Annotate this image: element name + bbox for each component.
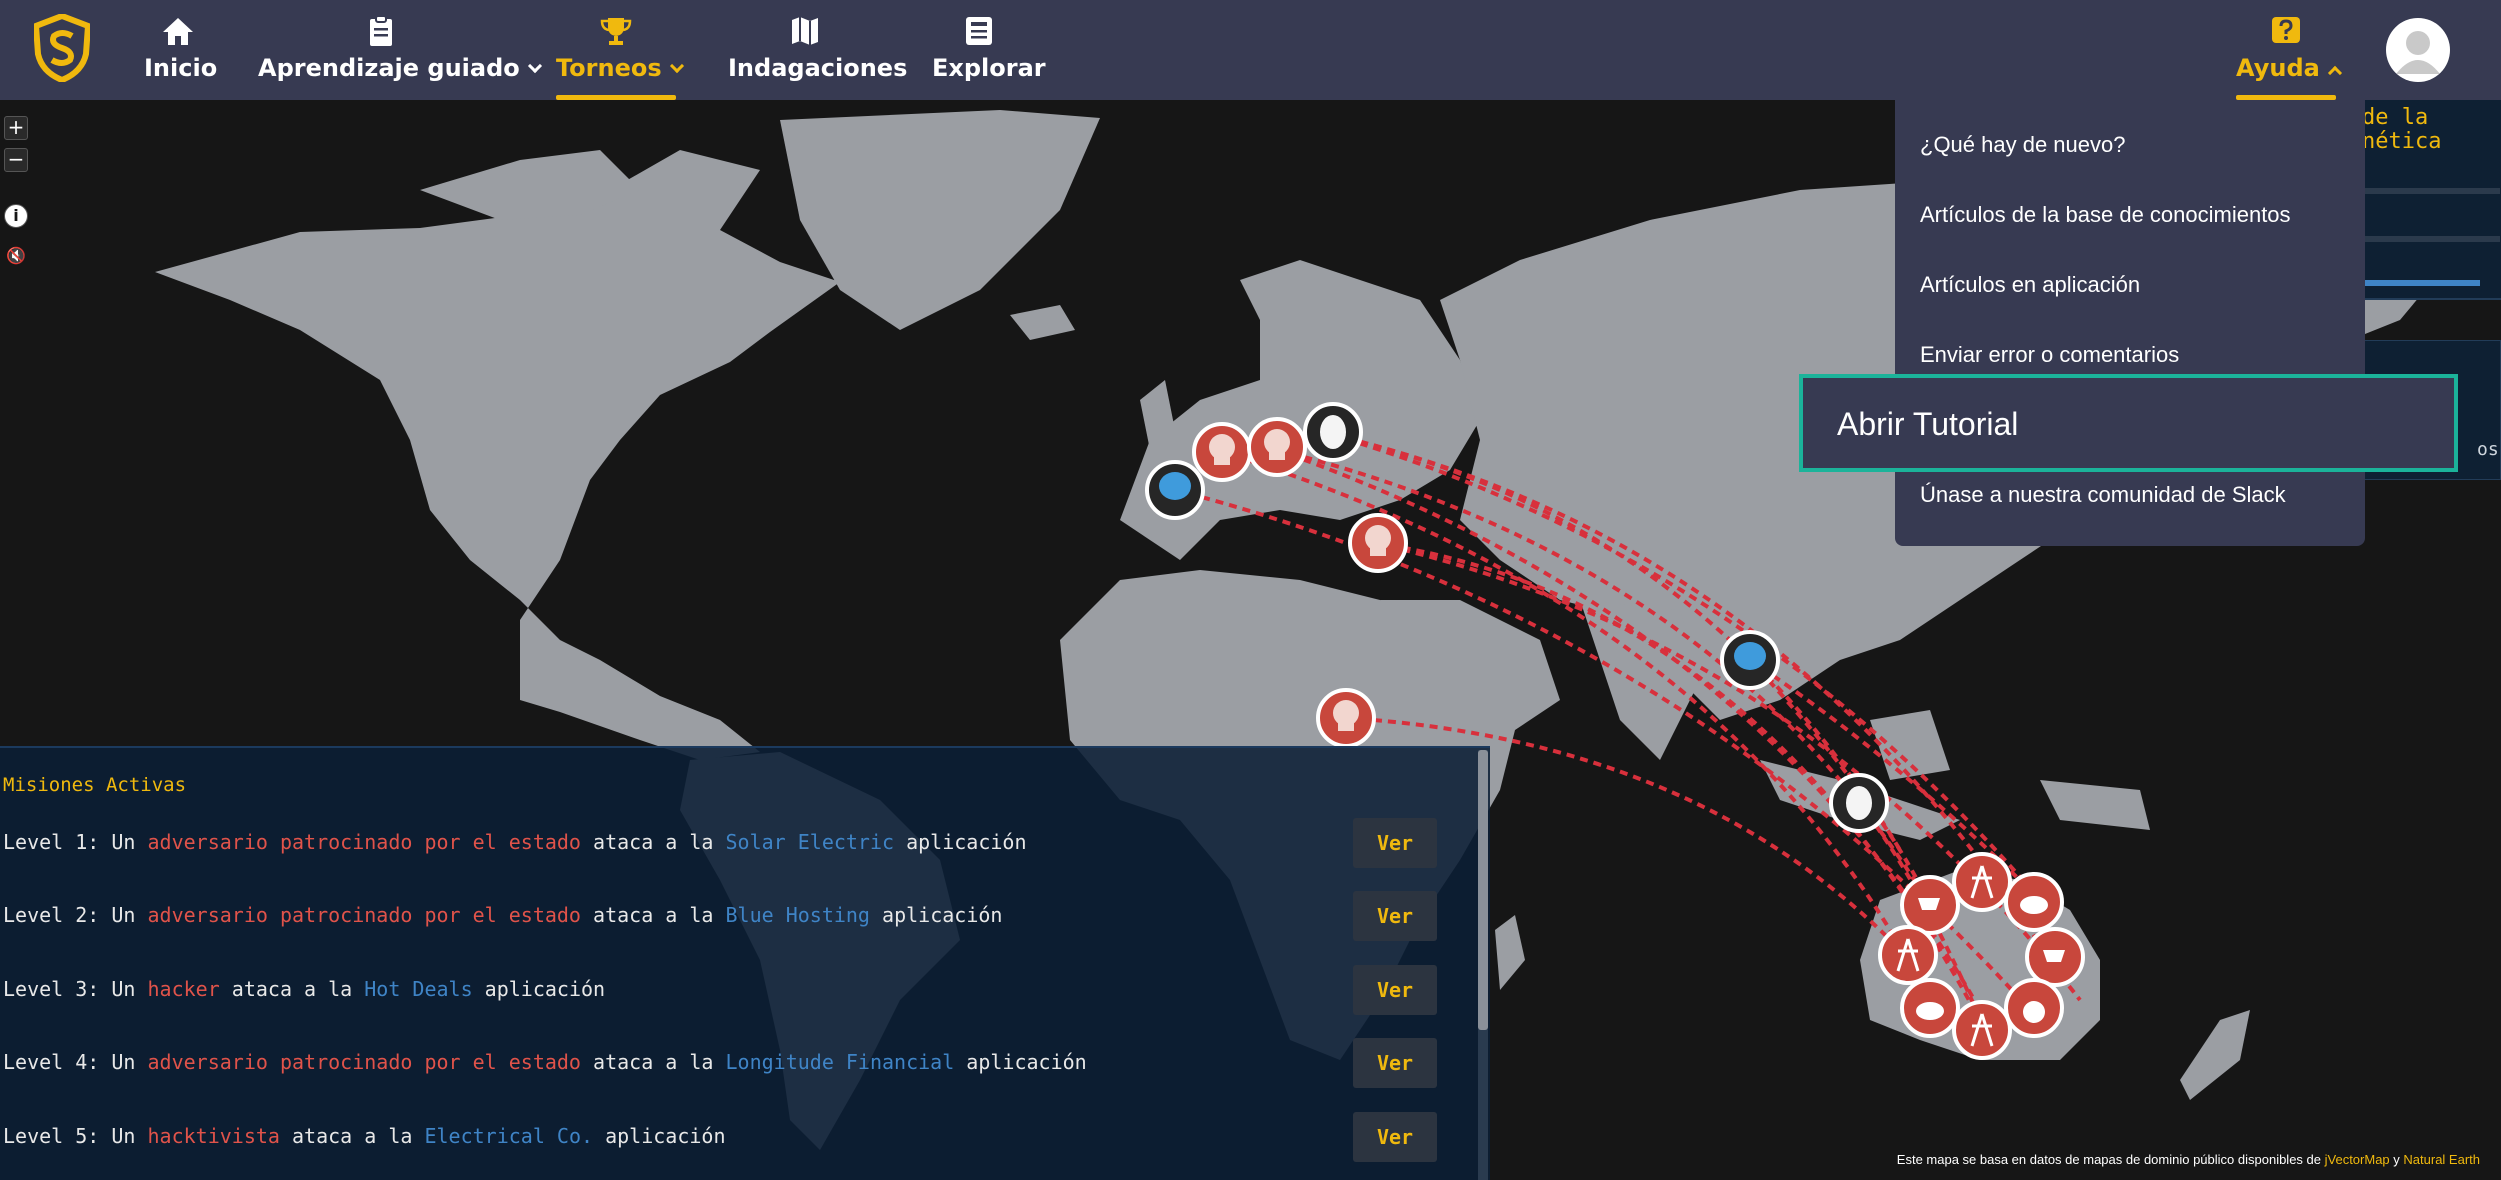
mission-prefix: Level 3: Un — [3, 977, 148, 1001]
mission-suffix: aplicación — [869, 903, 1003, 927]
mission-row: Level 2: Un adversario patrocinado por e… — [3, 891, 1437, 941]
zoom-in-button[interactable]: + — [4, 116, 28, 140]
natural-earth-link[interactable]: Natural Earth — [2403, 1152, 2480, 1167]
mission-mid: ataca a la — [580, 1050, 726, 1074]
mission-prefix: Level 4: Un — [3, 1050, 148, 1074]
ver-button[interactable]: Ver — [1353, 818, 1437, 868]
map-attribution: Este mapa se basa en datos de mapas de d… — [1896, 1152, 2480, 1167]
menu-item-in-app-articles[interactable]: Artículos en aplicación — [1920, 272, 2140, 298]
mission-row: Level 3: Un hacker ataca a la Hot Deals … — [3, 965, 1437, 1015]
mission-target: Electrical Co. — [424, 1124, 594, 1148]
mission-prefix: Level 2: Un — [3, 903, 148, 927]
mission-text: Level 1: Un adversario patrocinado por e… — [3, 830, 1027, 854]
mission-suffix: aplicación — [593, 1124, 726, 1148]
menu-item-report-bug[interactable]: Enviar error o comentarios — [1920, 342, 2179, 368]
nav-explorar[interactable]: Explorar — [932, 10, 1046, 100]
nav-torneos[interactable]: Torneos — [556, 10, 684, 100]
attacker-alien-icon — [1720, 630, 1780, 690]
mission-attacker: hacker — [147, 977, 220, 1001]
attacker-skull-icon — [1247, 417, 1307, 477]
target-cloud-icon — [1900, 978, 1960, 1038]
nav-aprendizaje-guiado[interactable]: Aprendizaje guiado — [258, 10, 542, 100]
mission-text: Level 2: Un adversario patrocinado por e… — [3, 903, 1002, 927]
trophy-icon — [600, 18, 632, 45]
target-money-bag-icon — [2004, 978, 2064, 1038]
mission-prefix: Level 5: Un — [3, 1124, 148, 1148]
menu-item-open-tutorial[interactable]: Abrir Tutorial — [1799, 374, 2458, 472]
right-panel-snippet: os — [2477, 439, 2499, 460]
mission-row: Level 4: Un adversario patrocinado por e… — [3, 1038, 1437, 1088]
nav-inicio[interactable]: Inicio — [144, 10, 217, 100]
mission-mid: ataca a la — [580, 903, 726, 927]
mute-icon[interactable]: 🔇 — [4, 246, 28, 270]
chevron-down-icon — [669, 58, 684, 74]
mission-target: Longitude Financial — [725, 1050, 955, 1074]
menu-item-slack-community[interactable]: Únase a nuestra comunidad de Slack — [1920, 482, 2286, 508]
mission-row: Level 5: Un hacktivista ataca a la Elect… — [3, 1112, 1437, 1162]
user-icon — [2396, 31, 2440, 74]
mission-target: Solar Electric — [725, 830, 895, 854]
attacker-alien-icon — [1145, 460, 1205, 520]
right-panel-title: de la nética — [2362, 105, 2442, 154]
attacker-skull-icon — [1192, 422, 1252, 482]
newspaper-icon — [966, 17, 992, 45]
attacker-skull-icon — [1348, 513, 1408, 573]
nav-indagaciones[interactable]: Indagaciones — [728, 10, 907, 100]
mission-suffix: aplicación — [894, 830, 1027, 854]
home-icon — [163, 18, 193, 45]
ver-button[interactable]: Ver — [1353, 891, 1437, 941]
mission-text: Level 3: Un hacker ataca a la Hot Deals … — [3, 977, 605, 1001]
ver-button[interactable]: Ver — [1353, 965, 1437, 1015]
open-tutorial-label: Abrir Tutorial — [1837, 406, 2019, 442]
map-icon — [792, 17, 818, 45]
top-navigation: Inicio Aprendizaje guiado Torneos Indaga… — [0, 0, 2501, 100]
attacker-mask-icon — [1829, 773, 1889, 833]
mission-suffix: aplicación — [472, 977, 606, 1001]
mission-target: Hot Deals — [364, 977, 473, 1001]
info-icon[interactable]: i — [4, 204, 28, 228]
target-tower-icon — [1878, 925, 1938, 985]
help-dropdown-menu: ¿Qué hay de nuevo? Artículos de la base … — [1895, 100, 2365, 546]
mission-row: Level 1: Un adversario patrocinado por e… — [3, 818, 1437, 868]
logo-icon[interactable] — [34, 14, 90, 82]
chevron-down-icon — [527, 58, 542, 74]
mission-mid: ataca a la — [279, 1124, 425, 1148]
mission-mid: ataca a la — [580, 830, 726, 854]
active-missions-panel: Misiones Activas Level 1: Un adversario … — [0, 746, 1490, 1180]
attacker-skull-icon — [1316, 688, 1376, 748]
target-tower-icon — [1952, 852, 2012, 912]
mission-attacker: hacktivista — [147, 1124, 280, 1148]
target-cloud-icon — [2004, 872, 2064, 932]
target-cart-icon — [1900, 875, 1960, 935]
mission-suffix: aplicación — [954, 1050, 1087, 1074]
nav-ayuda[interactable]: Ayuda — [2236, 10, 2342, 100]
mission-prefix: Level 1: Un — [3, 830, 148, 854]
menu-item-whats-new[interactable]: ¿Qué hay de nuevo? — [1920, 132, 2125, 158]
target-tower-icon — [1952, 1000, 2012, 1060]
mission-target: Blue Hosting — [725, 903, 870, 927]
clipboard-icon — [370, 15, 392, 46]
attacker-mask-icon — [1303, 402, 1363, 462]
ver-button[interactable]: Ver — [1353, 1112, 1437, 1162]
menu-item-knowledge-base[interactable]: Artículos de la base de conocimientos — [1920, 202, 2291, 228]
missions-title: Misiones Activas — [3, 774, 187, 796]
mission-attacker: adversario patrocinado por el estado — [147, 903, 581, 927]
zoom-out-button[interactable]: − — [4, 148, 28, 172]
chevron-up-icon — [2327, 65, 2342, 81]
target-cart-icon — [2025, 927, 2085, 987]
mission-mid: ataca a la — [219, 977, 365, 1001]
jvectormap-link[interactable]: jVectorMap — [2325, 1152, 2390, 1167]
user-avatar[interactable] — [2386, 18, 2450, 82]
question-icon — [2272, 17, 2300, 43]
mission-attacker: adversario patrocinado por el estado — [147, 830, 581, 854]
mission-text: Level 5: Un hacktivista ataca a la Elect… — [3, 1124, 725, 1148]
mission-text: Level 4: Un adversario patrocinado por e… — [3, 1050, 1087, 1074]
missions-scroll-thumb[interactable] — [1478, 750, 1488, 1030]
mission-attacker: adversario patrocinado por el estado — [147, 1050, 581, 1074]
ver-button[interactable]: Ver — [1353, 1038, 1437, 1088]
